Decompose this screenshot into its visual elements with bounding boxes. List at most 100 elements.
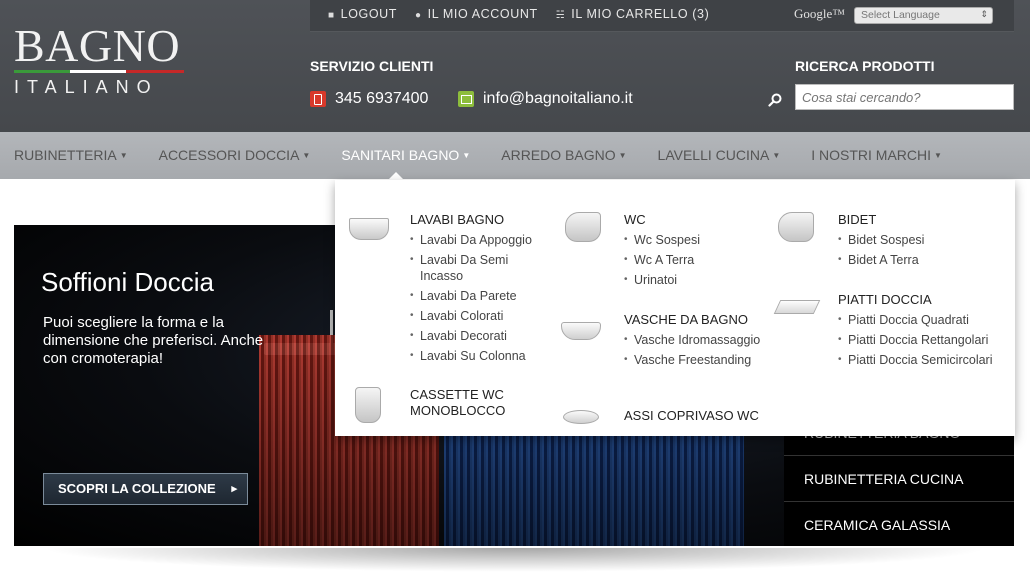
- customer-service-title: SERVIZIO CLIENTI: [310, 58, 434, 74]
- vasche-list: Vasche Idromassaggio Vasche Freestanding: [624, 332, 774, 368]
- menu-heading-wc[interactable]: WC: [624, 212, 774, 228]
- logo-bagno: BAGNO: [14, 20, 181, 71]
- nav-accessori-doccia[interactable]: ACCESSORI DOCCIA ▼: [159, 132, 311, 179]
- menu-link[interactable]: Lavabi Su Colonna: [410, 348, 550, 364]
- wc-list: Wc Sospesi Wc A Terra Urinatoi: [624, 232, 774, 288]
- top-bar: ■ LOGOUT ● IL MIO ACCOUNT ☵ IL MIO CARRELLO…: [310, 0, 1014, 32]
- phone-icon: [310, 91, 326, 107]
- discover-collection-label: SCOPRI LA COLLEZIONE: [58, 481, 216, 496]
- nav-label: ACCESSORI DOCCIA: [158, 147, 300, 163]
- nav-arredo-bagno[interactable]: ARREDO BAGNO ▼: [501, 132, 626, 179]
- washbasin-thumbnail: [349, 218, 389, 240]
- caret-down-icon: ▼: [119, 151, 128, 160]
- menu-link[interactable]: Lavabi Da Semi Incasso: [410, 252, 550, 284]
- menu-link[interactable]: Piatti Doccia Semicircolari: [838, 352, 998, 368]
- nav-label: SANITARI BAGNO: [341, 147, 460, 163]
- bidet-list: Bidet Sospesi Bidet A Terra: [838, 232, 998, 268]
- phone-contact: 345 6937400: [310, 90, 428, 108]
- my-account-link[interactable]: ● IL MIO ACCOUNT: [415, 7, 538, 21]
- cart-icon: ☵: [555, 10, 566, 21]
- menu-heading-assi[interactable]: ASSI COPRIVASO WC: [624, 408, 774, 424]
- toilet-seat-thumbnail: [563, 410, 599, 424]
- hero-description: Puoi scegliere la forma e la dimensione …: [43, 314, 264, 367]
- email-contact[interactable]: info@bagnoitaliano.it: [458, 90, 633, 108]
- menu-section-assi: ASSI COPRIVASO WC: [624, 408, 774, 424]
- nav-label: LAVELLI CUCINA: [657, 147, 770, 163]
- menu-link[interactable]: Wc Sospesi: [624, 232, 774, 248]
- menu-link[interactable]: Vasche Idromassaggio: [624, 332, 774, 348]
- dropdown-pointer: [388, 172, 404, 180]
- menu-link[interactable]: Lavabi Decorati: [410, 328, 550, 344]
- menu-link[interactable]: Piatti Doccia Quadrati: [838, 312, 998, 328]
- menu-section-bidet: BIDET Bidet Sospesi Bidet A Terra: [838, 212, 998, 272]
- search-input[interactable]: [795, 84, 1014, 110]
- menu-link[interactable]: Bidet Sospesi: [838, 232, 998, 248]
- logout-link[interactable]: ■ LOGOUT: [328, 7, 397, 21]
- lavabi-list: Lavabi Da Appoggio Lavabi Da Semi Incass…: [410, 232, 550, 364]
- language-select-label: Select Language: [861, 9, 940, 21]
- menu-link[interactable]: Lavabi Da Parete: [410, 288, 550, 304]
- menu-section-lavabi: LAVABI BAGNO Lavabi Da Appoggio Lavabi D…: [410, 212, 550, 368]
- menu-link[interactable]: Bidet A Terra: [838, 252, 998, 268]
- bathtub-thumbnail: [561, 322, 601, 340]
- main-nav: RUBINETTERIA ▼ ACCESSORI DOCCIA ▼ SANITARI…: [0, 132, 1030, 179]
- language-select[interactable]: Select Language ⇕: [854, 7, 993, 24]
- lock-icon: ■: [328, 10, 335, 21]
- nav-label: I NOSTRI MARCHI: [811, 147, 932, 163]
- menu-heading-bidet[interactable]: BIDET: [838, 212, 998, 228]
- product-search-title: RICERCA PRODOTTI: [795, 58, 935, 74]
- discover-collection-button[interactable]: SCOPRI LA COLLEZIONE ▸: [43, 473, 248, 505]
- nav-nostri-marchi[interactable]: I NOSTRI MARCHI ▼: [811, 132, 942, 179]
- account-links: ■ LOGOUT ● IL MIO ACCOUNT ☵ IL MIO CARRELLO…: [328, 7, 709, 21]
- phone-number: 345 6937400: [335, 90, 429, 107]
- site-logo[interactable]: BAGNO ITALIANO: [14, 20, 184, 98]
- my-cart-link[interactable]: ☵ IL MIO CARRELLO (3): [556, 7, 710, 21]
- sanitari-mega-menu: LAVABI BAGNO Lavabi Da Appoggio Lavabi D…: [335, 180, 1015, 436]
- caret-down-icon: ▼: [772, 151, 781, 160]
- banner-shadow: [40, 548, 990, 572]
- piatti-list: Piatti Doccia Quadrati Piatti Doccia Ret…: [838, 312, 998, 368]
- user-icon: ●: [415, 10, 422, 21]
- caret-down-icon: ▼: [618, 151, 627, 160]
- menu-heading-lavabi[interactable]: LAVABI BAGNO: [410, 212, 550, 228]
- menu-link[interactable]: Piatti Doccia Rettangolari: [838, 332, 998, 348]
- email-address: info@bagnoitaliano.it: [483, 90, 633, 107]
- caret-down-icon: ▼: [934, 151, 942, 160]
- logout-label: LOGOUT: [340, 7, 398, 21]
- category-side-list: RUBINETTERIA BAGNO RUBINETTERIA CUCINA C…: [784, 425, 1014, 546]
- select-arrows-icon: ⇕: [980, 9, 988, 19]
- wc-thumbnail: [565, 212, 601, 242]
- email-icon: [458, 91, 474, 107]
- nav-rubinetteria[interactable]: RUBINETTERIA ▼: [14, 132, 128, 179]
- menu-section-vasche: VASCHE DA BAGNO Vasche Idromassaggio Vas…: [624, 312, 774, 372]
- search-icon[interactable]: [768, 93, 782, 107]
- menu-section-cassette: CASSETTE WC MONOBLOCCO: [410, 387, 550, 419]
- menu-link[interactable]: Urinatoi: [624, 272, 774, 288]
- nav-label: ARREDO BAGNO: [501, 147, 616, 163]
- bidet-thumbnail: [778, 212, 814, 242]
- nav-label: RUBINETTERIA: [14, 147, 117, 163]
- menu-heading-vasche[interactable]: VASCHE DA BAGNO: [624, 312, 774, 328]
- menu-link[interactable]: Lavabi Da Appoggio: [410, 232, 550, 248]
- side-item-ceramica-galassia[interactable]: CERAMICA GALASSIA: [784, 501, 1014, 546]
- cistern-thumbnail: [355, 387, 381, 423]
- nav-lavelli-cucina[interactable]: LAVELLI CUCINA ▼: [658, 132, 781, 179]
- caret-down-icon: ▼: [462, 151, 471, 160]
- hero-title: Soffioni Doccia: [41, 267, 214, 297]
- google-translate-logo: Google™: [794, 6, 846, 21]
- side-item-rubinetteria-cucina[interactable]: RUBINETTERIA CUCINA: [784, 455, 1014, 501]
- my-account-label: IL MIO ACCOUNT: [427, 7, 538, 21]
- my-cart-label: IL MIO CARRELLO (3): [571, 7, 710, 21]
- caret-down-icon: ▼: [302, 151, 311, 160]
- logo-italiano: ITALIANO: [14, 77, 159, 97]
- menu-link[interactable]: Wc A Terra: [624, 252, 774, 268]
- menu-section-wc: WC Wc Sospesi Wc A Terra Urinatoi: [624, 212, 774, 292]
- menu-link[interactable]: Lavabi Colorati: [410, 308, 550, 324]
- nav-sanitari-bagno[interactable]: SANITARI BAGNO ▼: [341, 132, 470, 179]
- menu-link[interactable]: Vasche Freestanding: [624, 352, 774, 368]
- menu-heading-piatti[interactable]: PIATTI DOCCIA: [838, 292, 998, 308]
- menu-heading-cassette[interactable]: CASSETTE WC MONOBLOCCO: [410, 387, 550, 419]
- chevron-right-icon: ▸: [231, 483, 237, 495]
- site-header: ■ LOGOUT ● IL MIO ACCOUNT ☵ IL MIO CARRELLO…: [0, 0, 1030, 132]
- shower-tray-thumbnail: [773, 300, 821, 314]
